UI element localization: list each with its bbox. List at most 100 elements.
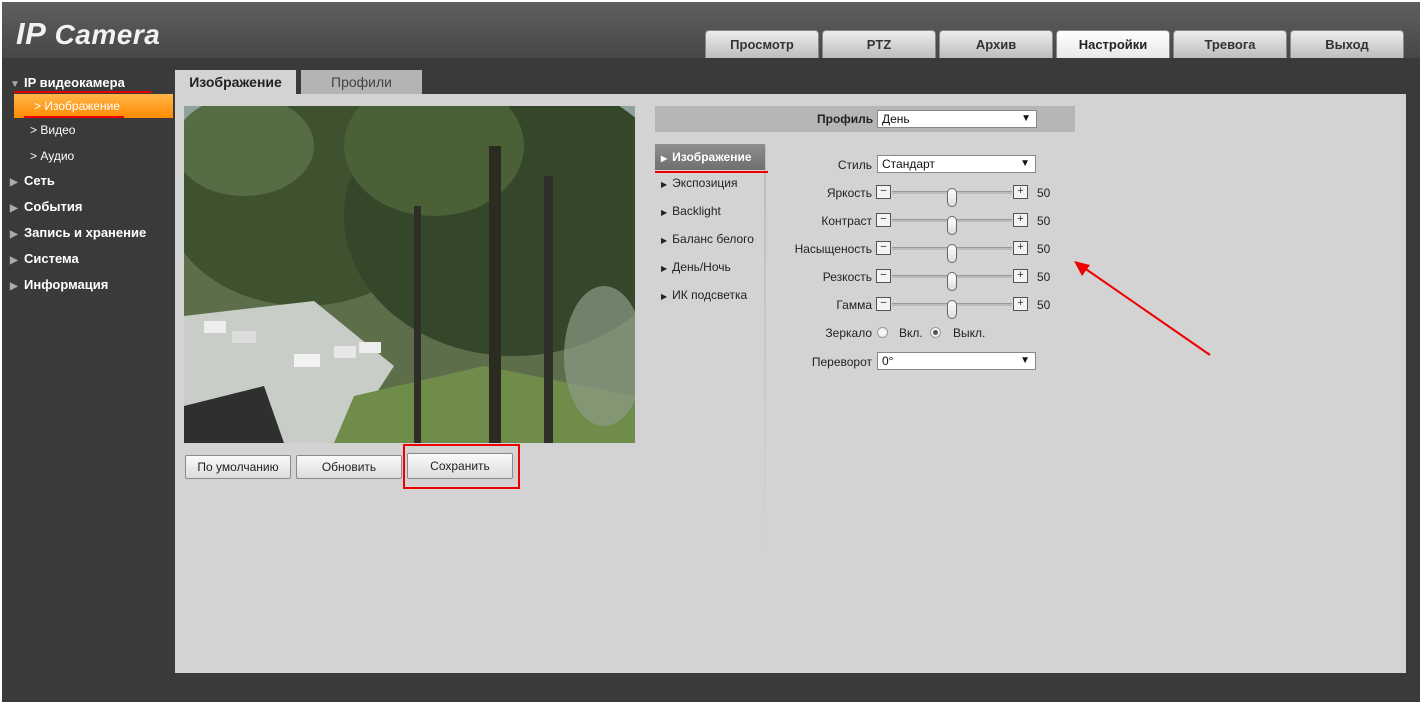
brightness-row: Яркость − + 50 [765,183,1065,207]
triangle-right-icon: ▶ [10,177,18,188]
mirror-on-radio[interactable] [877,327,888,338]
plus-icon[interactable]: + [1013,213,1028,227]
mirror-off-radio[interactable] [930,327,941,338]
nav-tab-logout[interactable]: Выход [1290,30,1404,58]
nav-tab-ptz[interactable]: PTZ [822,30,936,58]
menu-item-label: Backlight [672,204,721,218]
contrast-slider[interactable]: − + [876,213,1032,235]
annotation-arrow-icon [1074,261,1211,356]
sidebar-item-video[interactable]: > Видео [10,120,173,146]
menu-item-label: Экспозиция [672,176,738,190]
chevron-right-icon: > [34,99,42,113]
sharpness-row: Резкость − + 50 [765,267,1065,291]
menu-item-exposure[interactable]: ▶ Экспозиция [655,170,765,198]
saturation-value: 50 [1037,242,1051,256]
menu-item-backlight[interactable]: ▶ Backlight [655,198,765,226]
slider-track[interactable] [892,244,1012,263]
sidebar-item-image[interactable]: > Изображение [14,94,173,118]
slider-handle[interactable] [947,244,957,263]
mirror-row: Зеркало Вкл. Выкл. [765,323,1065,343]
minus-icon[interactable]: − [876,241,891,255]
contrast-row: Контраст − + 50 [765,211,1065,235]
triangle-right-icon: ▶ [661,292,668,301]
profile-select[interactable]: День ▼ [877,110,1037,128]
gamma-label: Гамма [836,298,872,312]
refresh-button[interactable]: Обновить [296,455,402,479]
slider-track[interactable] [892,188,1012,207]
menu-item-label: ИК подсветка [672,288,748,302]
sharpness-slider[interactable]: − + [876,269,1032,291]
mirror-on-label[interactable]: Вкл. [899,326,923,340]
profile-label: Профиль [817,112,874,126]
minus-icon[interactable]: − [876,297,891,311]
subtab-profiles[interactable]: Профили [301,70,422,95]
camera-preview [184,106,635,443]
sidebar-item-info[interactable]: ▶ Информация [10,276,173,302]
sidebar-item-label: Сеть [24,173,55,188]
menu-item-ir-light[interactable]: ▶ ИК подсветка [655,282,765,310]
nav-tab-alarm[interactable]: Тревога [1173,30,1287,58]
caret-down-icon: ▼ [1020,158,1030,169]
triangle-right-icon: ▶ [661,180,668,189]
flip-select[interactable]: 0° ▼ [877,352,1036,370]
triangle-right-icon: ▶ [10,255,18,266]
saturation-slider[interactable]: − + [876,241,1032,263]
slider-handle[interactable] [947,300,957,319]
menu-item-white-balance[interactable]: ▶ Баланс белого [655,226,765,254]
sidebar-item-storage[interactable]: ▶ Запись и хранение [10,224,173,250]
slider-handle[interactable] [947,188,957,207]
slider-track[interactable] [892,300,1012,319]
settings-panel: По умолчанию Обновить Сохранить Профиль … [175,94,1406,673]
menu-item-image[interactable]: ▶ Изображение [655,144,765,170]
menu-item-label: Изображение [672,150,752,164]
slider-track[interactable] [892,216,1012,235]
sidebar-item-system[interactable]: ▶ Система [10,250,173,276]
minus-icon[interactable]: − [876,269,891,283]
plus-icon[interactable]: + [1013,241,1028,255]
style-select[interactable]: Стандарт ▼ [877,155,1036,173]
triangle-right-icon: ▶ [661,154,668,163]
gamma-slider[interactable]: − + [876,297,1032,319]
plus-icon[interactable]: + [1013,297,1028,311]
slider-track[interactable] [892,272,1012,291]
sidebar-item-events[interactable]: ▶ События [10,198,173,224]
brightness-value: 50 [1037,186,1051,200]
caret-down-icon: ▼ [1021,113,1031,124]
app-logo: IP Camera [16,16,160,52]
mirror-off-label[interactable]: Выкл. [953,326,985,340]
contrast-value: 50 [1037,214,1051,228]
slider-handle[interactable] [947,272,957,291]
nav-tab-settings[interactable]: Настройки [1056,30,1170,58]
minus-icon[interactable]: − [876,185,891,199]
flip-select-value: 0° [882,354,894,368]
sidebar-item-label: Система [24,251,79,266]
main-nav: Просмотр PTZ Архив Настройки Тревога Вых… [705,30,1407,58]
menu-item-label: Баланс белого [672,232,754,246]
sidebar-item-label: События [24,199,83,214]
nav-tab-preview[interactable]: Просмотр [705,30,819,58]
subtab-image[interactable]: Изображение [175,70,296,95]
sidebar-item-label: Изображение [44,99,120,113]
top-bar: IP Camera Просмотр PTZ Архив Настройки Т… [2,2,1420,58]
plus-icon[interactable]: + [1013,185,1028,199]
annotation-underline [655,171,768,173]
default-button[interactable]: По умолчанию [185,455,291,479]
sidebar-item-label: Запись и хранение [24,225,147,240]
gamma-row: Гамма − + 50 [765,295,1065,319]
mirror-label: Зеркало [825,326,872,340]
nav-tab-archive[interactable]: Архив [939,30,1053,58]
sidebar-item-label: Аудио [40,149,75,163]
slider-handle[interactable] [947,216,957,235]
plus-icon[interactable]: + [1013,269,1028,283]
minus-icon[interactable]: − [876,213,891,227]
menu-item-day-night[interactable]: ▶ День/Ночь [655,254,765,282]
sidebar-item-label: Видео [40,123,76,137]
sidebar-item-audio[interactable]: > Аудио [10,146,173,172]
sidebar-item-network[interactable]: ▶ Сеть [10,172,173,198]
brightness-slider[interactable]: − + [876,185,1032,207]
brightness-label: Яркость [826,186,872,200]
camera-preview-image [184,106,635,443]
profile-select-value: День [882,112,910,126]
saturation-row: Насыщеность − + 50 [765,239,1065,263]
caret-down-icon: ▼ [1020,355,1030,366]
